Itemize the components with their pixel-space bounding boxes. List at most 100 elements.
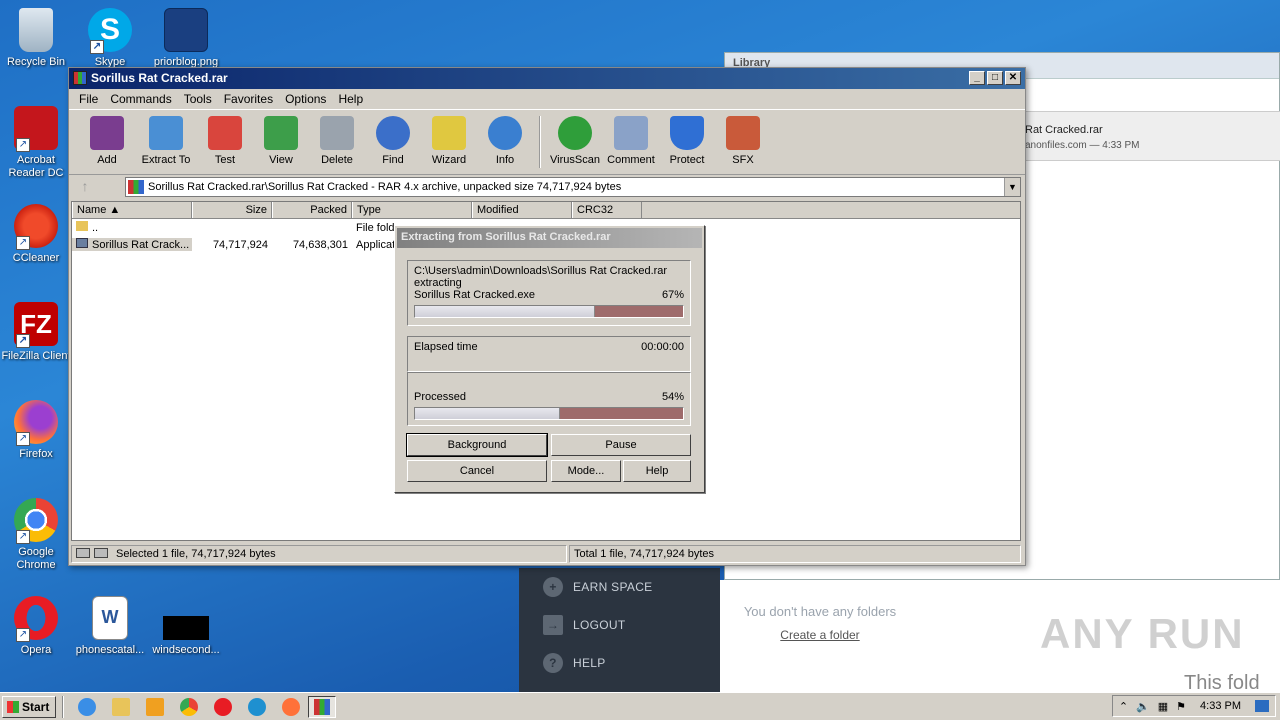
add-label: Add <box>97 154 117 166</box>
desktop-icon-chrome[interactable]: ↗ Google Chrome <box>0 498 72 572</box>
winrar-task-button[interactable] <box>308 695 336 718</box>
start-button[interactable]: Start <box>2 695 56 718</box>
create-folder-link[interactable]: Create a folder <box>720 628 920 642</box>
test-button[interactable]: Test <box>197 112 253 172</box>
file-name-cell: .. <box>72 221 192 234</box>
column-size[interactable]: Size <box>192 202 272 218</box>
desktop-icon-opera[interactable]: ↗ Opera <box>0 596 72 657</box>
word-document-icon: W <box>92 596 128 640</box>
info-button[interactable]: Info <box>477 112 533 172</box>
status-right-text: Total 1 file, 74,717,924 bytes <box>569 545 1021 563</box>
logout-icon: → <box>543 615 563 635</box>
sfx-button[interactable]: SFX <box>715 112 771 172</box>
desktop-icon-recycle-bin[interactable]: Recycle Bin <box>0 8 72 69</box>
filezilla-icon: FZ ↗ <box>14 302 58 348</box>
key-icon[interactable] <box>94 548 108 558</box>
close-button[interactable]: ✕ <box>1005 71 1021 85</box>
elapsed-label: Elapsed time <box>414 341 478 353</box>
clock[interactable]: 4:33 PM <box>1200 700 1241 712</box>
column-packed[interactable]: Packed <box>272 202 352 218</box>
menu-tools[interactable]: Tools <box>178 91 218 107</box>
pause-button[interactable]: Pause <box>551 434 691 456</box>
menu-earn-space[interactable]: + EARN SPACE <box>519 568 720 606</box>
chrome-task-icon[interactable] <box>180 697 198 716</box>
system-tray: ⌃ 🔈 ▦ ⚑ 4:33 PM <box>1111 695 1276 717</box>
opera-task-icon[interactable] <box>214 697 232 716</box>
desktop-icon-acrobat[interactable]: ↗ Acrobat Reader DC <box>0 106 72 180</box>
find-button[interactable]: Find <box>365 112 421 172</box>
extract-to-button[interactable]: Extract To <box>135 112 197 172</box>
minimize-button[interactable]: _ <box>969 71 985 85</box>
menu-help[interactable]: ? HELP <box>519 644 720 682</box>
desktop-icon-windsecond[interactable]: windsecond... <box>150 596 222 657</box>
desktop-icon-phonescatal[interactable]: W phonescatal... <box>74 596 146 657</box>
explorer-icon[interactable] <box>112 697 130 716</box>
drive-icon[interactable] <box>76 548 90 558</box>
up-arrow-icon[interactable]: ↑ <box>73 177 97 197</box>
ie-icon[interactable] <box>78 697 96 716</box>
volume-icon[interactable]: 🔈 <box>1136 700 1150 713</box>
desktop-icon-label: Opera <box>20 644 52 656</box>
info-icon <box>488 116 522 150</box>
exe-file-icon <box>76 238 88 248</box>
extract-to-label: Extract To <box>141 154 191 166</box>
chrome-icon: ↗ <box>14 498 58 544</box>
menu-logout[interactable]: → LOGOUT <box>519 606 720 644</box>
tray-chevron-icon[interactable]: ⌃ <box>1119 700 1128 713</box>
winrar-titlebar[interactable]: Sorillus Rat Cracked.rar _ □ ✕ <box>69 68 1025 89</box>
download-item[interactable]: Rat Cracked.rar anonfiles.com — 4:33 PM <box>1025 111 1280 161</box>
status-left-text: Selected 1 file, 74,717,924 bytes <box>116 548 276 560</box>
dialog-title[interactable]: Extracting from Sorillus Rat Cracked.rar <box>397 228 702 248</box>
view-button[interactable]: View <box>253 112 309 172</box>
current-file-group: C:\Users\admin\Downloads\Sorillus Rat Cr… <box>407 260 691 326</box>
menu-file[interactable]: File <box>73 91 104 107</box>
mode-button[interactable]: Mode... <box>551 460 621 482</box>
desktop-icon-skype[interactable]: S ↗ Skype <box>74 8 146 69</box>
virusscan-button[interactable]: VirusScan <box>547 112 603 172</box>
show-desktop-icon[interactable] <box>1255 700 1269 712</box>
comment-button[interactable]: Comment <box>603 112 659 172</box>
desktop-icon-priorblog[interactable]: priorblog.png <box>150 8 222 69</box>
acrobat-icon: ↗ <box>14 106 58 152</box>
current-file: Sorillus Rat Cracked.exe <box>414 289 536 301</box>
menu-commands[interactable]: Commands <box>104 91 177 107</box>
menu-options[interactable]: Options <box>279 91 332 107</box>
network-icon[interactable]: ▦ <box>1158 700 1168 713</box>
menu-logout-label: LOGOUT <box>573 618 626 632</box>
column-type[interactable]: Type <box>352 202 472 218</box>
comment-icon <box>614 116 648 150</box>
wizard-button[interactable]: Wizard <box>421 112 477 172</box>
delete-button[interactable]: Delete <box>309 112 365 172</box>
media-player-icon[interactable] <box>146 697 164 716</box>
processed-group: Processed 54% <box>407 372 691 426</box>
winrar-task-icon <box>314 698 330 715</box>
background-button[interactable]: Background <box>406 433 548 457</box>
address-field[interactable]: Sorillus Rat Cracked.rar\Sorillus Rat Cr… <box>125 177 1021 197</box>
column-modified[interactable]: Modified <box>472 202 572 218</box>
bug-icon <box>558 116 592 150</box>
start-label: Start <box>22 699 50 714</box>
firefox-task-icon[interactable] <box>282 697 300 716</box>
menu-favorites[interactable]: Favorites <box>218 91 279 107</box>
help-button[interactable]: Help <box>623 460 691 482</box>
protect-label: Protect <box>669 154 705 166</box>
flag-icon[interactable]: ⚑ <box>1176 700 1186 713</box>
address-text: Sorillus Rat Cracked.rar\Sorillus Rat Cr… <box>148 181 622 193</box>
maximize-button[interactable]: □ <box>987 71 1003 85</box>
chevron-down-icon[interactable]: ▼ <box>1004 178 1020 196</box>
test-icon <box>208 116 242 150</box>
trash-icon <box>320 116 354 150</box>
desktop-icon-firefox[interactable]: ↗ Firefox <box>0 400 72 461</box>
firefox-icon: ↗ <box>14 400 58 446</box>
menu-help[interactable]: Help <box>332 91 369 107</box>
cancel-button[interactable]: Cancel <box>407 460 547 482</box>
action-text: extracting <box>414 277 462 289</box>
column-crc32[interactable]: CRC32 <box>572 202 642 218</box>
no-folders-text: You don't have any folders <box>743 604 897 619</box>
desktop-icon-filezilla[interactable]: FZ ↗ FileZilla Client <box>0 302 72 363</box>
protect-button[interactable]: Protect <box>659 112 715 172</box>
edge-icon[interactable] <box>248 697 266 716</box>
desktop-icon-ccleaner[interactable]: ↗ CCleaner <box>0 204 72 265</box>
column-name[interactable]: Name ▲ <box>72 202 192 218</box>
add-button[interactable]: Add <box>79 112 135 172</box>
